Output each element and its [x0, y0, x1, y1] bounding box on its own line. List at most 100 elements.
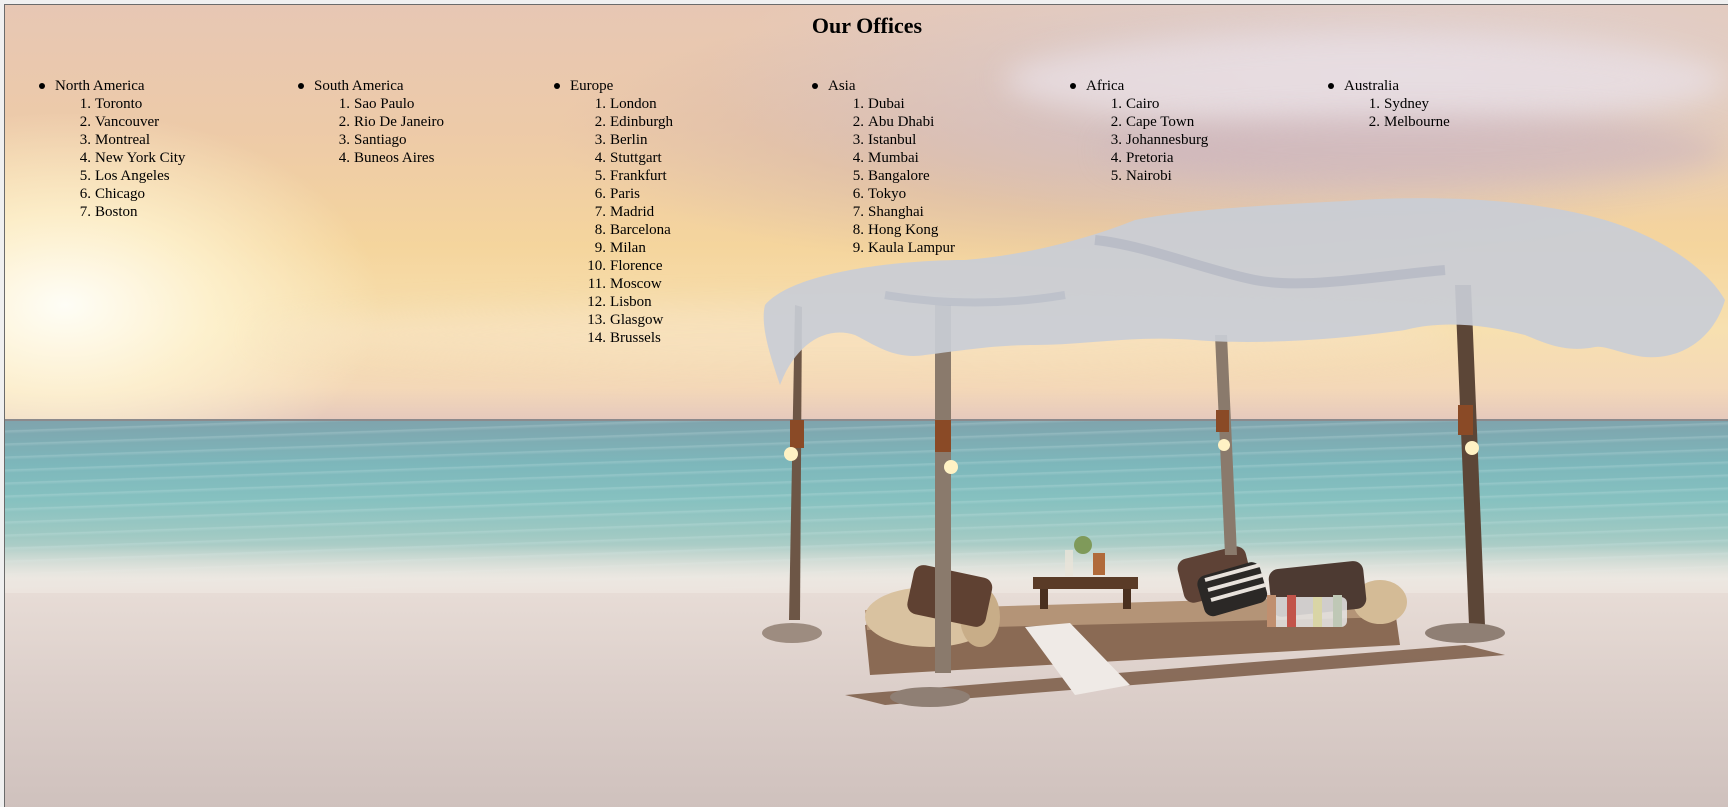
city-name: Moscow [610, 276, 662, 292]
city-number: 3. [594, 132, 606, 148]
city-item: 11. Moscow [554, 275, 673, 293]
city-name: Glasgow [610, 312, 664, 328]
city-item: 2. Cape Town [1070, 113, 1208, 131]
city-item: 1. Toronto [39, 95, 185, 113]
region-name: Africa [1086, 78, 1125, 94]
region-header: Africa [1070, 77, 1208, 95]
city-item: 10. Florence [554, 257, 673, 275]
city-name: Chicago [95, 186, 145, 202]
region-header: Asia [812, 77, 955, 95]
city-item: 7. Madrid [554, 203, 673, 221]
city-item: 7. Boston [39, 203, 185, 221]
city-item: 4. New York City [39, 149, 186, 167]
city-item: 8. Barcelona [554, 221, 673, 239]
city-item: 4. Mumbai [812, 149, 955, 167]
city-number: 8. [594, 222, 606, 238]
city-number: 4. [79, 150, 91, 166]
low-table [1033, 577, 1138, 589]
city-name: Santiago [354, 132, 407, 148]
city-number: 2. [1368, 114, 1380, 130]
city-item: 5. Bangalore [812, 167, 955, 185]
city-item: 9. Milan [554, 239, 673, 257]
city-item: 4. Pretoria [1070, 149, 1208, 167]
city-name: Madrid [610, 204, 655, 220]
lantern [944, 460, 958, 474]
city-name: Buneos Aires [354, 150, 435, 166]
city-name: Edinburgh [610, 114, 674, 130]
city-name: Vancouver [95, 114, 160, 130]
city-number: 10. [587, 258, 606, 274]
region-europe: Europe 1. London 2. Edinburgh 3. Berlin 4. Stutt… [554, 77, 673, 347]
city-number: 4. [852, 150, 864, 166]
region-name: Europe [570, 78, 614, 94]
city-list: 1. London 2. Edinburgh 3. Berlin 4. Stuttgart 5.… [554, 95, 673, 347]
city-name: Cairo [1126, 96, 1160, 112]
city-name: Boston [95, 204, 138, 220]
city-item: 1. London [554, 95, 673, 113]
city-number: 14. [587, 330, 606, 346]
city-number: 1. [338, 96, 350, 112]
city-item: 3. Istanbul [812, 131, 955, 149]
city-name: Kaula Lampur [868, 240, 956, 256]
region-africa: Africa 1. Cairo 2. Cape Town 3. Johannesburg 4.… [1070, 77, 1208, 185]
city-name: Sao Paulo [354, 96, 415, 112]
city-list: 1. Sydney 2. Melbourne [1328, 95, 1450, 131]
city-item: 3. Johannesburg [1070, 131, 1208, 149]
city-item: 6. Paris [554, 185, 673, 203]
city-number: 12. [587, 294, 606, 310]
city-name: Montreal [95, 132, 150, 148]
canopy-pole [935, 305, 951, 673]
city-list: 1. Dubai 2. Abu Dhabi 3. Istanbul 4. Mumbai 5. Ba… [812, 95, 955, 257]
city-name: Frankfurt [610, 168, 667, 184]
city-name: London [610, 96, 657, 112]
lantern [1465, 441, 1479, 455]
city-item: 1. Dubai [812, 95, 955, 113]
city-name: Lisbon [610, 294, 652, 310]
region-north-america: North America 1. Toronto 2. Vancouver 3. Montr… [39, 77, 185, 221]
city-name: Johannesburg [1126, 132, 1209, 148]
city-number: 1. [852, 96, 864, 112]
city-number: 6. [852, 186, 864, 202]
city-number: 6. [594, 186, 606, 202]
region-name: Australia [1344, 78, 1399, 94]
city-name: Abu Dhabi [868, 114, 935, 130]
city-number: 9. [594, 240, 606, 256]
city-number: 4. [1110, 150, 1122, 166]
city-name: Istanbul [868, 132, 917, 148]
city-name: Dubai [868, 96, 905, 112]
city-name: Melbourne [1384, 114, 1450, 130]
city-number: 3. [338, 132, 350, 148]
city-number: 5. [1110, 168, 1122, 184]
bullet-icon [39, 83, 45, 89]
city-name: Stuttgart [610, 150, 662, 166]
city-name: Toronto [95, 96, 143, 112]
city-item: 4. Stuttgart [554, 149, 673, 167]
city-item: 6. Chicago [39, 185, 185, 203]
region-name: North America [55, 78, 145, 94]
city-list: 1. Toronto 2. Vancouver 3. Montreal 4. New York… [39, 95, 186, 221]
city-name: Nairobi [1126, 168, 1172, 184]
city-name: Hong Kong [868, 222, 939, 238]
city-item: 3. Montreal [39, 131, 185, 149]
city-name: Florence [610, 258, 663, 274]
city-number: 6. [79, 186, 91, 202]
page-title: Our Offices [811, 13, 923, 38]
city-name: Cape Town [1126, 114, 1195, 130]
city-name: Berlin [610, 132, 648, 148]
city-number: 13. [587, 312, 606, 328]
city-number: 1. [594, 96, 606, 112]
city-item: 7. Shanghai [812, 203, 955, 221]
city-number: 3. [852, 132, 864, 148]
region-header: Europe [554, 77, 673, 95]
city-name: Pretoria [1126, 150, 1174, 166]
city-number: 9. [852, 240, 864, 256]
bullet-icon [554, 83, 560, 89]
city-name: Shanghai [868, 204, 924, 220]
city-number: 1. [79, 96, 91, 112]
city-item: 12. Lisbon [554, 293, 673, 311]
city-list: 1. Sao Paulo 2. Rio De Janeiro 3. Santiago 4. B… [298, 95, 444, 167]
city-name: Bangalore [868, 168, 930, 184]
city-name: Mumbai [868, 150, 919, 166]
city-item: 6. Tokyo [812, 185, 955, 203]
lantern [1218, 439, 1230, 451]
